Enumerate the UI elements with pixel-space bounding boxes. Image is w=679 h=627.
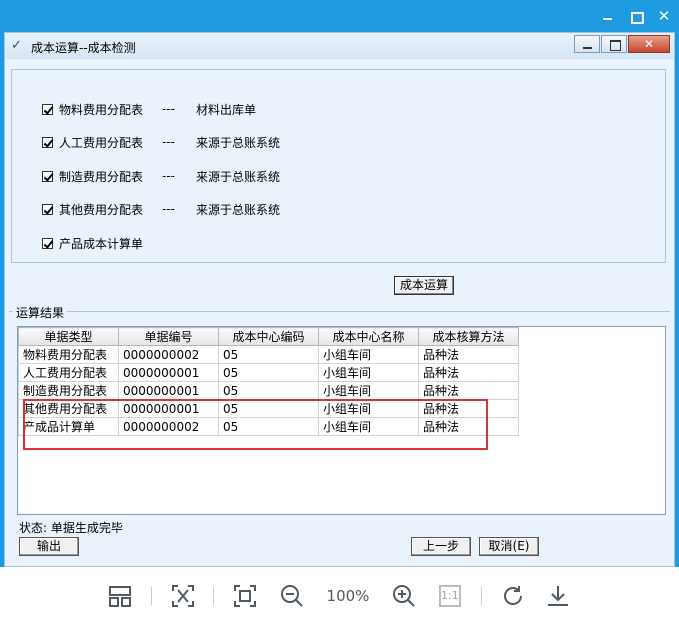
check-separator: --- bbox=[162, 202, 175, 216]
dialog-title: 成本运算--成本检测 bbox=[31, 41, 136, 55]
table-row[interactable]: 物料费用分配表 0000000002 05 小组车间 品种法 bbox=[18, 345, 519, 364]
check-label: 产品成本计算单 bbox=[59, 236, 144, 251]
check-source: 来源于总账系统 bbox=[196, 169, 281, 184]
table-row[interactable]: 制造费用分配表 0000000001 05 小组车间 品种法 bbox=[18, 381, 519, 400]
cell-method: 品种法 bbox=[418, 417, 519, 436]
cell-center-code: 05 bbox=[218, 363, 319, 382]
product-checkbox[interactable] bbox=[42, 237, 53, 249]
check-row-labor: 人工费用分配表 --- 来源于总账系统 bbox=[42, 133, 280, 151]
zoom-in-icon[interactable] bbox=[391, 583, 417, 609]
cell-doc-number: 0000000001 bbox=[118, 381, 219, 400]
cell-center-name: 小组车间 bbox=[318, 345, 419, 364]
result-legend: 运算结果 bbox=[13, 304, 68, 321]
check-row-product: 产品成本计算单 bbox=[42, 234, 162, 252]
dialog-maximize-button[interactable] bbox=[601, 35, 627, 53]
check-source: 来源于总账系统 bbox=[196, 202, 281, 217]
close-icon[interactable]: ✕ bbox=[656, 8, 672, 24]
cell-center-name: 小组车间 bbox=[318, 399, 419, 418]
check-separator: --- bbox=[162, 102, 175, 116]
cell-center-code: 05 bbox=[218, 381, 319, 400]
cost-calc-dialog: ✓ 成本运算--成本检测 ✕ 物料费用分配表 --- 材料出库单 人工费用分配表… bbox=[4, 32, 675, 567]
table-row[interactable]: 产成品计算单 0000000002 05 小组车间 品种法 bbox=[18, 417, 519, 436]
check-panel: 物料费用分配表 --- 材料出库单 人工费用分配表 --- 来源于总账系统 制造… bbox=[11, 69, 666, 263]
cell-doc-type: 产成品计算单 bbox=[18, 417, 119, 436]
table-header-row: 单据类型 单据编号 成本中心编码 成本中心名称 成本核算方法 bbox=[18, 327, 519, 346]
result-grid[interactable]: 单据类型 单据编号 成本中心编码 成本中心名称 成本核算方法 物料费用分配表 0… bbox=[17, 326, 666, 515]
dialog-close-button[interactable]: ✕ bbox=[628, 35, 670, 53]
result-table: 单据类型 单据编号 成本中心编码 成本中心名称 成本核算方法 物料费用分配表 0… bbox=[18, 327, 519, 436]
column-header[interactable]: 成本中心名称 bbox=[318, 327, 419, 346]
check-source: 材料出库单 bbox=[196, 102, 257, 117]
cell-doc-number: 0000000001 bbox=[118, 363, 219, 382]
table-row[interactable]: 人工费用分配表 0000000001 05 小组车间 品种法 bbox=[18, 363, 519, 382]
material-checkbox[interactable] bbox=[42, 103, 53, 115]
cell-doc-type: 制造费用分配表 bbox=[18, 381, 119, 400]
fit-screen-icon[interactable] bbox=[232, 583, 258, 609]
cell-method: 品种法 bbox=[418, 399, 519, 418]
manufacturing-checkbox[interactable] bbox=[42, 170, 53, 182]
check-label: 人工费用分配表 bbox=[59, 135, 144, 150]
check-row-manufacturing: 制造费用分配表 --- 来源于总账系统 bbox=[42, 167, 280, 185]
table-row[interactable]: 其他费用分配表 0000000001 05 小组车间 品种法 bbox=[18, 399, 519, 418]
toolbar-divider bbox=[481, 587, 482, 605]
check-separator: --- bbox=[162, 135, 175, 149]
actual-size-label: 1:1 bbox=[441, 589, 459, 602]
zoom-out-icon[interactable] bbox=[279, 583, 305, 609]
check-label: 物料费用分配表 bbox=[59, 102, 144, 117]
cell-center-code: 05 bbox=[218, 345, 319, 364]
cell-doc-type: 物料费用分配表 bbox=[18, 345, 119, 364]
cell-doc-type: 人工费用分配表 bbox=[18, 363, 119, 382]
cell-method: 品种法 bbox=[418, 381, 519, 400]
cancel-button[interactable]: 取消(E) bbox=[479, 537, 539, 556]
toolbar-divider bbox=[213, 587, 214, 605]
viewer-titlebar: ✕ bbox=[0, 0, 679, 32]
checkmark-icon: ✓ bbox=[11, 38, 22, 53]
zoom-level: 100% bbox=[326, 587, 370, 605]
column-header[interactable]: 单据编号 bbox=[118, 327, 219, 346]
toolbar-divider bbox=[151, 587, 152, 605]
dialog-controls: ✕ bbox=[573, 35, 670, 53]
column-header[interactable]: 成本中心编码 bbox=[218, 327, 319, 346]
cost-run-button[interactable]: 成本运算 bbox=[394, 276, 454, 295]
cell-center-name: 小组车间 bbox=[318, 381, 419, 400]
cell-doc-number: 0000000001 bbox=[118, 399, 219, 418]
cell-method: 品种法 bbox=[418, 363, 519, 382]
cell-doc-number: 0000000002 bbox=[118, 345, 219, 364]
maximize-icon[interactable] bbox=[628, 8, 644, 24]
other-checkbox[interactable] bbox=[42, 203, 53, 215]
cell-center-code: 05 bbox=[218, 399, 319, 418]
check-label: 其他费用分配表 bbox=[59, 202, 144, 217]
layout-icon[interactable] bbox=[107, 583, 133, 609]
check-row-material: 物料费用分配表 --- 材料出库单 bbox=[42, 100, 256, 118]
cell-center-code: 05 bbox=[218, 417, 319, 436]
check-label: 制造费用分配表 bbox=[59, 169, 144, 184]
viewer-toolbar: 100% 1:1 bbox=[0, 567, 679, 627]
column-header[interactable]: 成本核算方法 bbox=[418, 327, 519, 346]
minimize-icon[interactable] bbox=[600, 8, 616, 24]
check-row-other: 其他费用分配表 --- 来源于总账系统 bbox=[42, 200, 280, 218]
cell-center-name: 小组车间 bbox=[318, 363, 419, 382]
column-header[interactable]: 单据类型 bbox=[18, 327, 119, 346]
rotate-icon[interactable] bbox=[500, 583, 526, 609]
prev-step-button[interactable]: 上一步 bbox=[411, 537, 471, 556]
check-source: 来源于总账系统 bbox=[196, 135, 281, 150]
export-button[interactable]: 输出 bbox=[19, 537, 79, 556]
dialog-titlebar: ✓ 成本运算--成本检测 ✕ bbox=[5, 33, 674, 59]
status-text: 状态: 单据生成完毕 bbox=[19, 521, 123, 535]
download-icon[interactable] bbox=[545, 583, 571, 609]
labor-checkbox[interactable] bbox=[42, 136, 53, 148]
actual-size-icon[interactable]: 1:1 bbox=[437, 583, 463, 609]
cell-doc-number: 0000000002 bbox=[118, 417, 219, 436]
cell-center-name: 小组车间 bbox=[318, 417, 419, 436]
ocr-icon[interactable] bbox=[170, 583, 196, 609]
check-separator: --- bbox=[162, 169, 175, 183]
cell-doc-type: 其他费用分配表 bbox=[18, 399, 119, 418]
cell-method: 品种法 bbox=[418, 345, 519, 364]
dialog-minimize-button[interactable] bbox=[574, 35, 600, 53]
